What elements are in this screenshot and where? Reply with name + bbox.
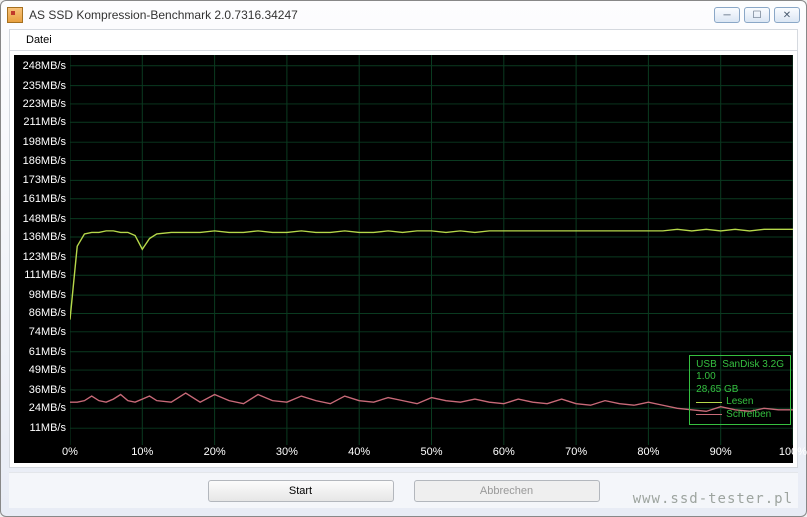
menu-datei[interactable]: Datei (18, 32, 60, 48)
window-controls: ─ ☐ ✕ (714, 7, 800, 23)
x-tick: 40% (348, 446, 370, 458)
y-tick: 223MB/s (23, 98, 66, 110)
x-tick: 90% (710, 446, 732, 458)
watermark: www.ssd-tester.pl (633, 491, 793, 507)
y-tick: 24MB/s (29, 402, 66, 414)
y-tick: 74MB/s (29, 326, 66, 338)
legend-read: Lesen (696, 396, 784, 409)
y-tick: 123MB/s (23, 251, 66, 263)
y-tick: 111MB/s (24, 269, 66, 281)
x-tick: 50% (420, 446, 442, 458)
start-button[interactable]: Start (208, 480, 394, 502)
plot-area: USB SanDisk 3.2G 1.00 28,65 GB Lesen Sch… (70, 55, 793, 445)
titlebar: AS SSD Kompression-Benchmark 2.0.7316.34… (1, 1, 806, 29)
legend-device: USB SanDisk 3.2G (696, 359, 784, 372)
y-tick: 235MB/s (23, 80, 66, 92)
x-tick: 20% (204, 446, 226, 458)
y-tick: 148MB/s (23, 213, 66, 225)
maximize-button[interactable]: ☐ (744, 7, 770, 23)
x-axis: 0%10%20%30%40%50%60%70%80%90%100% (70, 445, 793, 463)
minimize-button[interactable]: ─ (714, 7, 740, 23)
y-tick: 61MB/s (29, 346, 66, 358)
x-tick: 0% (62, 446, 78, 458)
y-tick: 136MB/s (23, 231, 66, 243)
chart-svg (70, 55, 793, 445)
app-icon (7, 7, 23, 23)
y-tick: 86MB/s (29, 307, 66, 319)
y-tick: 11MB/s (30, 422, 66, 434)
x-tick: 100% (779, 446, 807, 458)
x-tick: 70% (565, 446, 587, 458)
close-button[interactable]: ✕ (774, 7, 800, 23)
menubar: Datei (9, 29, 798, 51)
chart-body: 11MB/s 24MB/s 36MB/s 49MB/s 61MB/s 74MB/s 86MB… (14, 55, 793, 463)
y-tick: 49MB/s (29, 364, 66, 376)
y-tick: 198MB/s (23, 136, 66, 148)
x-tick: 10% (131, 446, 153, 458)
content-panel: 11MB/s 24MB/s 36MB/s 49MB/s 61MB/s 74MB/s 86MB… (9, 51, 798, 468)
x-tick: 60% (493, 446, 515, 458)
y-tick: 173MB/s (23, 174, 66, 186)
app-window: AS SSD Kompression-Benchmark 2.0.7316.34… (0, 0, 807, 517)
legend-write: Schreiben (696, 409, 784, 422)
y-tick: 161MB/s (23, 193, 66, 205)
legend-version: 1.00 (696, 371, 784, 384)
y-tick: 36MB/s (29, 384, 66, 396)
y-tick: 211MB/s (23, 116, 66, 128)
y-tick: 248MB/s (23, 60, 66, 72)
chart-area: 11MB/s 24MB/s 36MB/s 49MB/s 61MB/s 74MB/s 86MB… (14, 55, 793, 463)
x-tick: 80% (637, 446, 659, 458)
y-tick: 186MB/s (23, 155, 66, 167)
legend-size: 28,65 GB (696, 384, 784, 397)
cancel-button: Abbrechen (414, 480, 600, 502)
y-axis: 11MB/s 24MB/s 36MB/s 49MB/s 61MB/s 74MB/s 86MB… (14, 55, 70, 445)
y-tick: 98MB/s (29, 289, 66, 301)
legend-box: USB SanDisk 3.2G 1.00 28,65 GB Lesen Sch… (689, 355, 791, 426)
x-tick: 30% (276, 446, 298, 458)
window-title: AS SSD Kompression-Benchmark 2.0.7316.34… (29, 8, 714, 22)
